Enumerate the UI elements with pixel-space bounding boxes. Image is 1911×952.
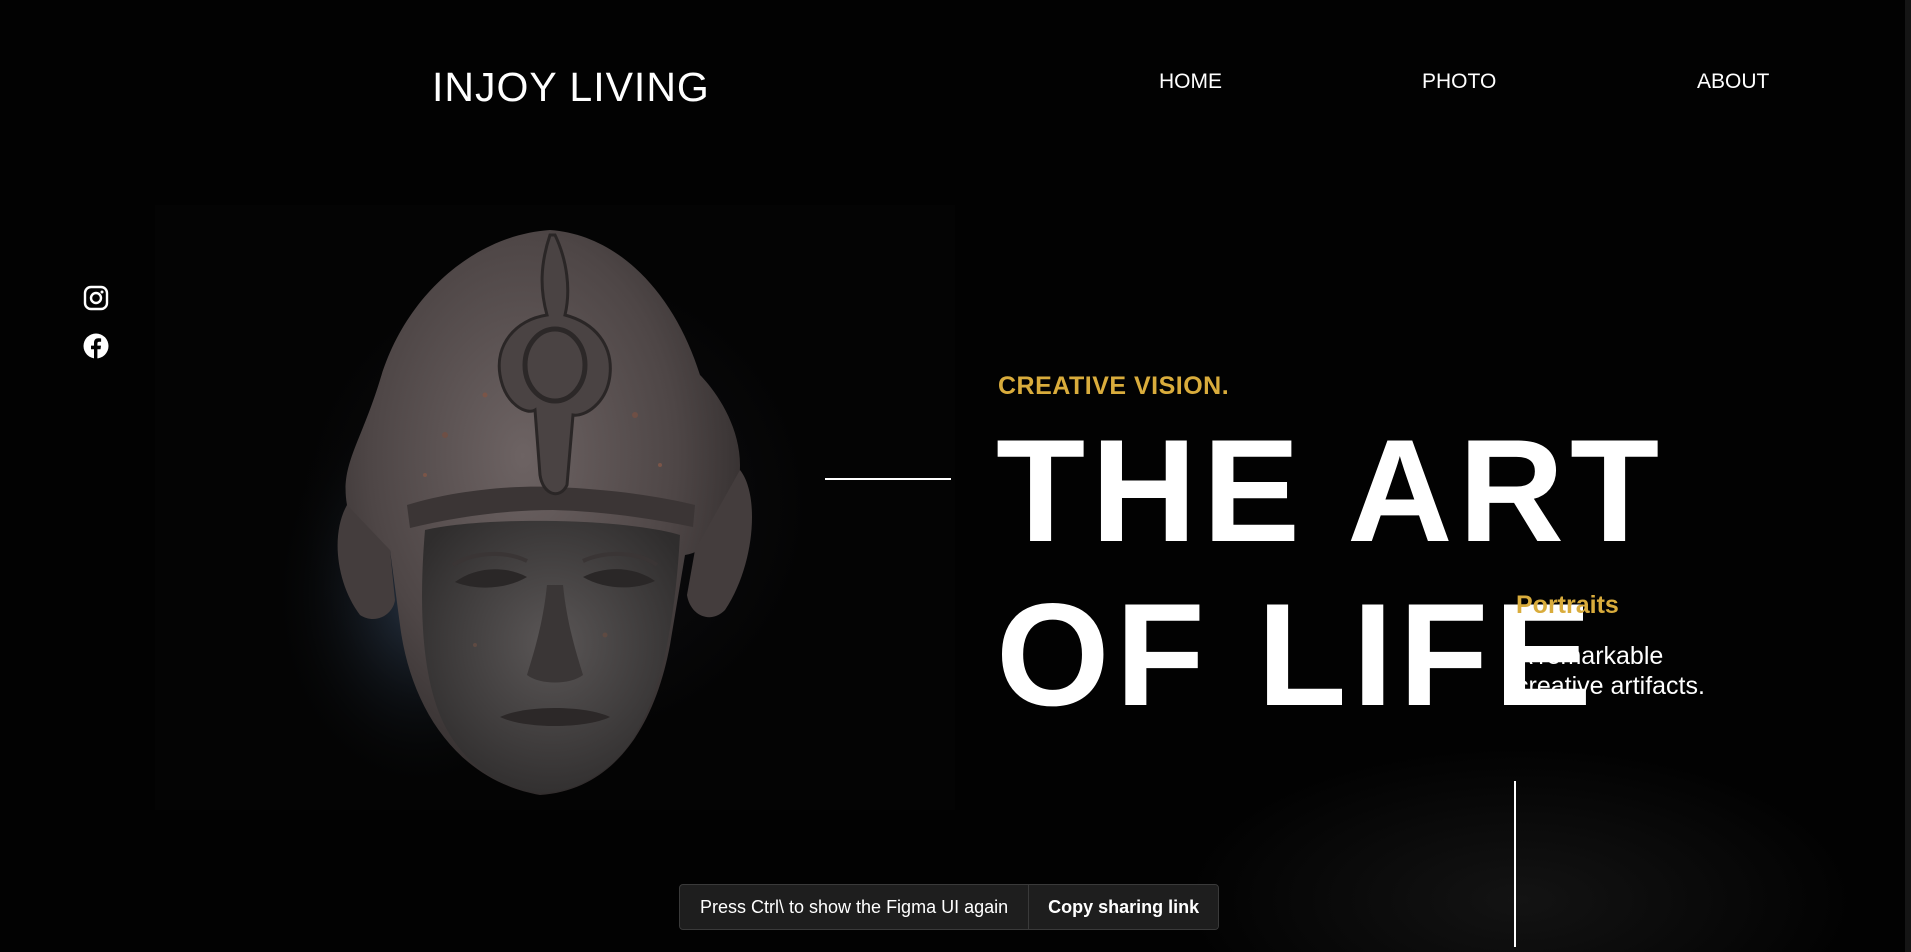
nav-link-home[interactable]: HOME (1159, 70, 1222, 94)
decorative-vertical-line (1514, 781, 1516, 947)
portraits-heading: Portraits (1516, 591, 1619, 619)
scrollbar-track (1905, 0, 1911, 952)
figma-toast: Press Ctrl\ to show the Figma UI again C… (679, 884, 1220, 930)
portraits-description-line-1: A remarkable (1516, 642, 1664, 670)
hero-headline-line-2: OF LIFE (996, 573, 1598, 736)
instagram-icon[interactable] (83, 285, 109, 311)
figma-toast-message: Press Ctrl\ to show the Figma UI again (700, 896, 1009, 917)
portraits-description-line-2: creative artifacts. (1516, 672, 1705, 700)
facebook-icon[interactable] (83, 333, 109, 359)
nav-link-photo[interactable]: PHOTO (1422, 70, 1496, 94)
hero-headline-line-1: THE ART (996, 409, 1666, 572)
hero-sculpture-image (155, 205, 955, 810)
hero-eyebrow: CREATIVE VISION. (998, 372, 1230, 400)
site-logo[interactable]: INJOY LIVING (432, 64, 710, 111)
decorative-horizontal-line (825, 478, 951, 480)
nav-link-about[interactable]: ABOUT (1697, 70, 1769, 94)
portraits-description: A remarkable creative artifacts. (1516, 641, 1776, 701)
copy-sharing-link-button[interactable]: Copy sharing link (1028, 885, 1219, 929)
landing-page: INJOY LIVING HOME PHOTO ABOUT CREATIVE V… (0, 0, 1911, 952)
